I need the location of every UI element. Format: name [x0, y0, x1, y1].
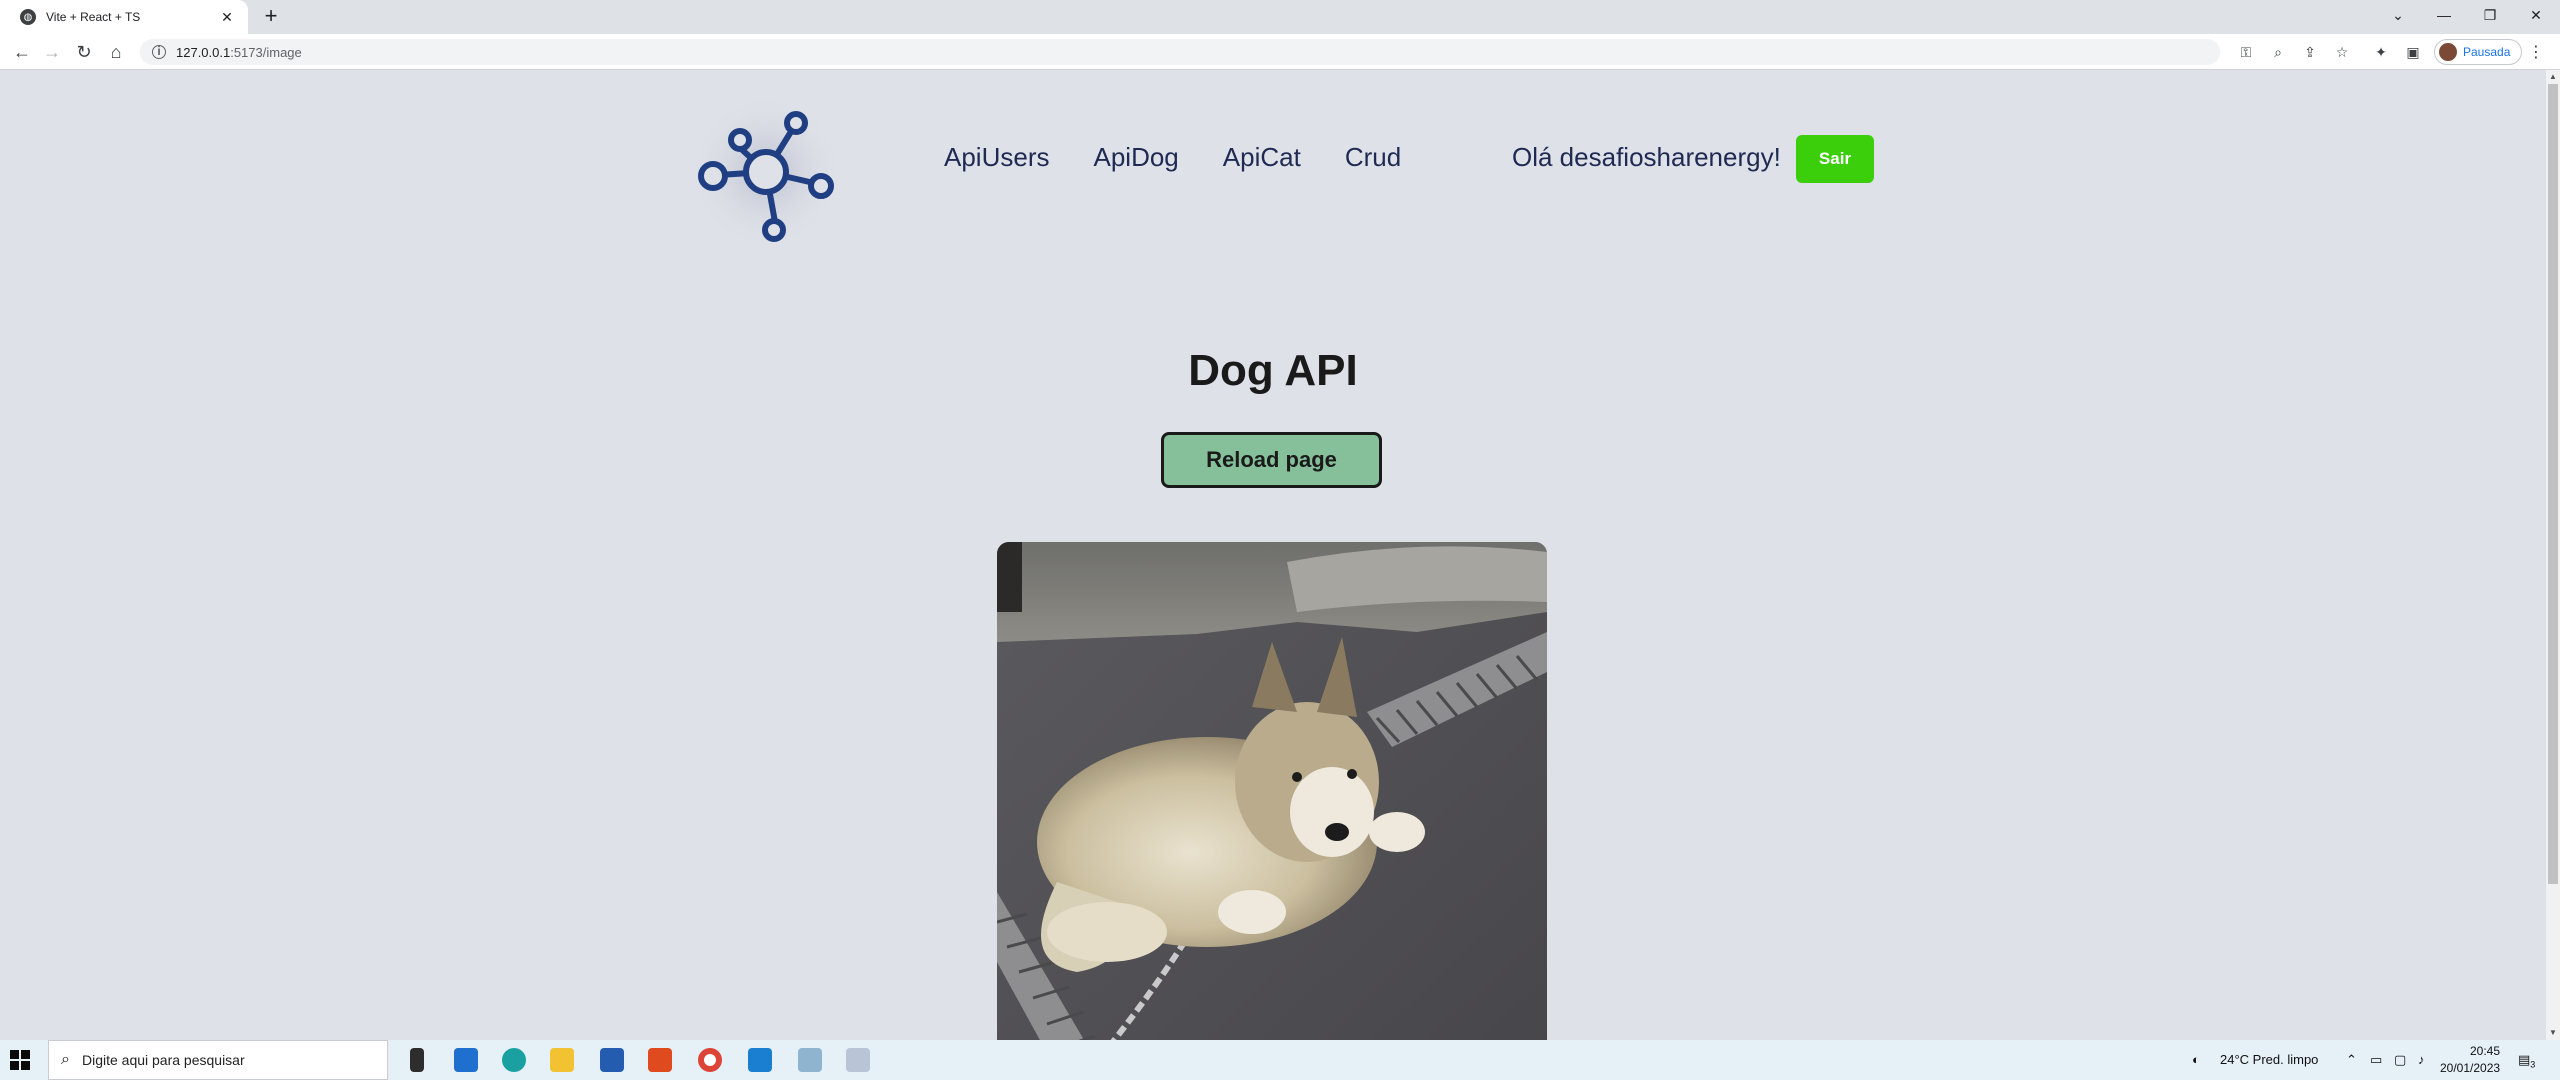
home-icon[interactable]: ⌂	[102, 40, 130, 64]
profile-status: Pausada	[2463, 45, 2511, 59]
mail-icon[interactable]	[454, 1048, 478, 1072]
side-panel-icon[interactable]: ▣	[2402, 42, 2424, 62]
tab-strip: ◍ Vite + React + TS ✕ + ⌄ — ❐ ✕	[0, 0, 2560, 34]
logout-button[interactable]: Sair	[1796, 135, 1874, 183]
url-text: 127.0.0.1:5173/image	[176, 44, 302, 60]
main-nav: ApiUsers ApiDog ApiCat Crud	[944, 142, 1401, 173]
notification-icon[interactable]: ▤3	[2518, 1040, 2535, 1080]
system-clock[interactable]: 20:45 20/01/2023	[2440, 1043, 2500, 1077]
page-content: ApiUsers ApiDog ApiCat Crud Olá desafios…	[0, 70, 2546, 1040]
toolbar: ← → ↻ ⌂ i 127.0.0.1:5173/image ⚿ ⌕ ⇪ ☆ ✦…	[0, 34, 2560, 70]
scroll-down-icon[interactable]: ▼	[2546, 1026, 2560, 1040]
office-icon[interactable]	[648, 1048, 672, 1072]
avatar	[2439, 43, 2457, 61]
notification-count: 3	[2530, 1059, 2536, 1070]
app-icon[interactable]	[798, 1048, 822, 1072]
nav-link-crud[interactable]: Crud	[1345, 142, 1401, 173]
edge-icon[interactable]	[502, 1048, 526, 1072]
globe-icon: ◍	[20, 9, 36, 25]
share-icon[interactable]: ⇪	[2299, 42, 2321, 62]
vertical-scrollbar[interactable]: ▲ ▼	[2546, 70, 2560, 1040]
bookmark-star-icon[interactable]: ☆	[2331, 42, 2353, 62]
address-bar[interactable]: i 127.0.0.1:5173/image	[140, 39, 2220, 65]
back-icon[interactable]: ←	[8, 40, 36, 64]
chrome-icon[interactable]	[698, 1048, 722, 1072]
app-icon-2[interactable]	[846, 1048, 870, 1072]
task-view-icon[interactable]	[410, 1048, 424, 1072]
taskbar-search-box[interactable]: ⌕ Digite aqui para pesquisar	[48, 1040, 388, 1080]
clock-date: 20/01/2023	[2440, 1061, 2501, 1075]
scrollbar-thumb[interactable]	[2548, 84, 2558, 884]
restore-button[interactable]: ❐	[2467, 0, 2513, 34]
nav-link-apiusers[interactable]: ApiUsers	[944, 142, 1049, 173]
search-placeholder: Digite aqui para pesquisar	[81, 1052, 245, 1068]
zoom-icon[interactable]: ⌕	[2267, 42, 2289, 62]
scroll-up-icon[interactable]: ▲	[2546, 70, 2560, 84]
tab-title: Vite + React + TS	[46, 10, 141, 24]
volume-icon[interactable]: ♪	[2418, 1040, 2425, 1080]
search-icon: ⌕	[61, 1051, 70, 1068]
menu-icon[interactable]: ⋮	[2528, 42, 2544, 62]
browser-tab[interactable]: ◍ Vite + React + TS ✕	[0, 0, 248, 34]
windows-start-icon[interactable]	[10, 1050, 30, 1070]
weather-icon[interactable]: ◐	[2192, 1040, 2200, 1080]
key-icon[interactable]: ⚿	[2235, 42, 2257, 62]
nav-link-apicat[interactable]: ApiCat	[1223, 142, 1301, 173]
file-explorer-icon[interactable]	[550, 1048, 574, 1072]
vscode-icon[interactable]	[748, 1048, 772, 1072]
profile-button[interactable]: Pausada	[2434, 39, 2522, 65]
molecule-logo-icon	[688, 94, 844, 250]
site-info-icon[interactable]: i	[152, 45, 166, 59]
dog-photo	[997, 542, 1547, 1040]
reload-icon[interactable]: ↻	[70, 40, 98, 64]
new-tab-button[interactable]: +	[258, 4, 284, 30]
tray-expand-icon[interactable]: ⌃	[2346, 1040, 2357, 1080]
user-greeting: Olá desafiosharenergy!	[1512, 142, 1781, 172]
forward-icon[interactable]: →	[38, 40, 66, 64]
tab-close-icon[interactable]: ✕	[218, 9, 236, 26]
clock-time: 20:45	[2469, 1044, 2500, 1058]
store-icon[interactable]	[600, 1048, 624, 1072]
page-title: Dog API	[1188, 346, 1358, 395]
tab-search-button[interactable]: ⌄	[2375, 0, 2421, 34]
close-window-button[interactable]: ✕	[2513, 0, 2559, 34]
network-icon[interactable]: ▢	[2394, 1040, 2406, 1080]
minimize-button[interactable]: —	[2421, 0, 2467, 34]
extensions-icon[interactable]: ✦	[2370, 42, 2392, 62]
nav-link-apidog[interactable]: ApiDog	[1093, 142, 1178, 173]
battery-icon[interactable]: ▭	[2370, 1040, 2382, 1080]
taskbar: ⌕ Digite aqui para pesquisar ◐ 24°C Pred…	[0, 1040, 2560, 1080]
weather-status[interactable]: 24°C Pred. limpo	[2220, 1040, 2318, 1080]
reload-page-button[interactable]: Reload page	[1161, 432, 1382, 488]
